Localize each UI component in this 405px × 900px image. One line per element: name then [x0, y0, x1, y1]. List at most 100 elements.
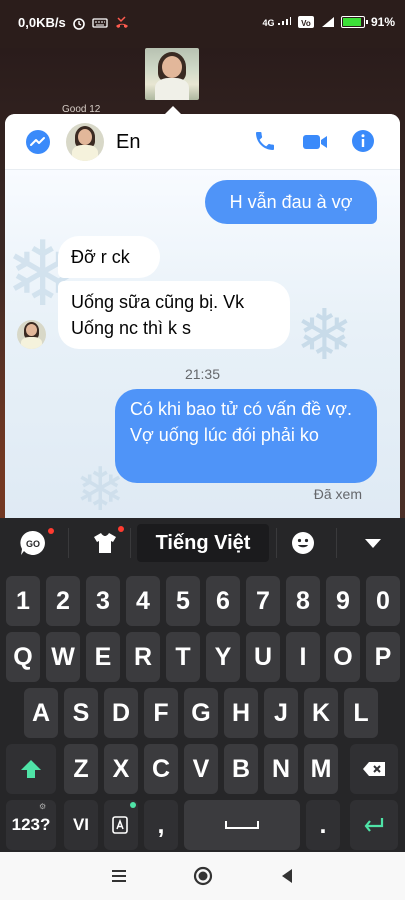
key-6[interactable]: 6	[206, 576, 240, 626]
key-4[interactable]: 4	[126, 576, 160, 626]
key-s[interactable]: S	[64, 688, 98, 738]
collapse-keyboard-button[interactable]	[358, 526, 388, 560]
key-0[interactable]: 0	[366, 576, 400, 626]
key-r[interactable]: R	[126, 632, 160, 682]
back-icon	[282, 869, 292, 883]
recents-button[interactable]	[107, 864, 131, 888]
keyboard: GO Tiếng Việt 1 2 3 4 5 6 7 8 9 0 Q W E …	[0, 518, 405, 852]
shirt-icon	[94, 533, 116, 553]
key-l[interactable]: L	[344, 688, 378, 738]
chat-panel: ❄ ❄ ❄ ❄ En H vẫn đau à vợ Đỡ r ck Uống s…	[5, 114, 400, 518]
message-timestamp: 21:35	[184, 366, 221, 382]
key-i[interactable]: I	[286, 632, 320, 682]
signal-4g: 4G	[262, 16, 291, 28]
toolbar-divider	[130, 528, 131, 558]
key-h[interactable]: H	[224, 688, 258, 738]
home-button[interactable]	[191, 864, 215, 888]
svg-text:Vo: Vo	[301, 19, 311, 28]
sender-avatar	[17, 320, 46, 349]
notification-dot	[130, 802, 136, 808]
key-j[interactable]: J	[264, 688, 298, 738]
key-7[interactable]: 7	[246, 576, 280, 626]
status-right: 4G Vo 91%	[262, 15, 395, 29]
symbols-key-label: 123?	[11, 815, 51, 834]
key-b[interactable]: B	[224, 744, 258, 794]
key-k[interactable]: K	[304, 688, 338, 738]
key-8[interactable]: 8	[286, 576, 320, 626]
key-3[interactable]: 3	[86, 576, 120, 626]
missed-call-icon	[115, 15, 128, 28]
home-icon	[193, 866, 213, 886]
language-selector[interactable]: Tiếng Việt	[137, 524, 269, 562]
video-call-icon[interactable]	[301, 130, 329, 154]
comma-key[interactable]: ,	[144, 800, 178, 850]
text-input-key[interactable]	[104, 800, 138, 850]
key-v[interactable]: V	[184, 744, 218, 794]
key-y[interactable]: Y	[206, 632, 240, 682]
enter-icon	[364, 818, 384, 832]
chat-header: En	[5, 114, 400, 170]
key-2[interactable]: 2	[46, 576, 80, 626]
shift-icon	[21, 760, 41, 778]
key-q[interactable]: Q	[6, 632, 40, 682]
contact-avatar[interactable]	[66, 123, 104, 161]
go-button[interactable]: GO	[16, 526, 54, 560]
navigation-bar	[0, 852, 405, 900]
key-p[interactable]: P	[366, 632, 400, 682]
toolbar-divider	[276, 528, 277, 558]
key-m[interactable]: M	[304, 744, 338, 794]
key-d[interactable]: D	[104, 688, 138, 738]
status-left: 0,0KB/s	[18, 15, 130, 30]
key-u[interactable]: U	[246, 632, 280, 682]
back-button[interactable]	[275, 864, 299, 888]
emoji-button[interactable]	[288, 526, 318, 560]
space-key[interactable]	[184, 800, 300, 850]
key-t[interactable]: T	[166, 632, 200, 682]
symbols-key[interactable]: ⚙ 123?	[6, 800, 56, 850]
key-x[interactable]: X	[104, 744, 138, 794]
seen-status: Đã xem	[313, 486, 362, 502]
emoji-icon	[292, 532, 314, 554]
theme-button[interactable]	[88, 526, 124, 560]
menu-icon	[112, 870, 126, 882]
message-incoming[interactable]: Uống sữa cũng bị. Vk Uống nc thì k s	[58, 281, 290, 349]
avatar-face	[78, 129, 92, 145]
contact-name[interactable]: En	[116, 131, 140, 154]
cell-signal-icon	[321, 17, 334, 27]
key-c[interactable]: C	[144, 744, 178, 794]
chat-head-bubble[interactable]	[145, 48, 199, 100]
key-g[interactable]: G	[184, 688, 218, 738]
messenger-icon[interactable]	[25, 129, 51, 155]
backspace-icon	[363, 762, 385, 776]
battery-fill	[342, 18, 362, 26]
keyboard-toolbar: GO Tiếng Việt	[0, 518, 405, 568]
shift-key[interactable]	[6, 744, 56, 794]
signal-bars-icon	[277, 17, 291, 25]
backspace-key[interactable]	[350, 744, 398, 794]
key-e[interactable]: E	[86, 632, 120, 682]
phone-icon[interactable]	[253, 129, 277, 153]
notification-dot	[118, 526, 124, 532]
message-outgoing[interactable]: H vẫn đau à vợ	[205, 180, 377, 224]
notification-dot	[48, 528, 54, 534]
battery-icon	[340, 16, 368, 28]
key-n[interactable]: N	[264, 744, 298, 794]
toolbar-divider	[68, 528, 69, 558]
key-5[interactable]: 5	[166, 576, 200, 626]
message-incoming[interactable]: Đỡ r ck	[58, 236, 160, 278]
keyboard-status-icon	[92, 17, 108, 28]
language-key[interactable]: VI	[64, 800, 98, 850]
key-w[interactable]: W	[46, 632, 80, 682]
period-key[interactable]: .	[306, 800, 340, 850]
key-a[interactable]: A	[24, 688, 58, 738]
key-9[interactable]: 9	[326, 576, 360, 626]
key-o[interactable]: O	[326, 632, 360, 682]
info-icon[interactable]	[351, 129, 375, 153]
key-z[interactable]: Z	[64, 744, 98, 794]
key-f[interactable]: F	[144, 688, 178, 738]
net-speed: 0,0KB/s	[18, 15, 66, 30]
enter-key[interactable]	[350, 800, 398, 850]
chat-head-face	[162, 56, 182, 78]
message-outgoing[interactable]: Có khi bao tử có vấn đề vợ. Vợ uống lúc …	[115, 389, 377, 483]
key-1[interactable]: 1	[6, 576, 40, 626]
